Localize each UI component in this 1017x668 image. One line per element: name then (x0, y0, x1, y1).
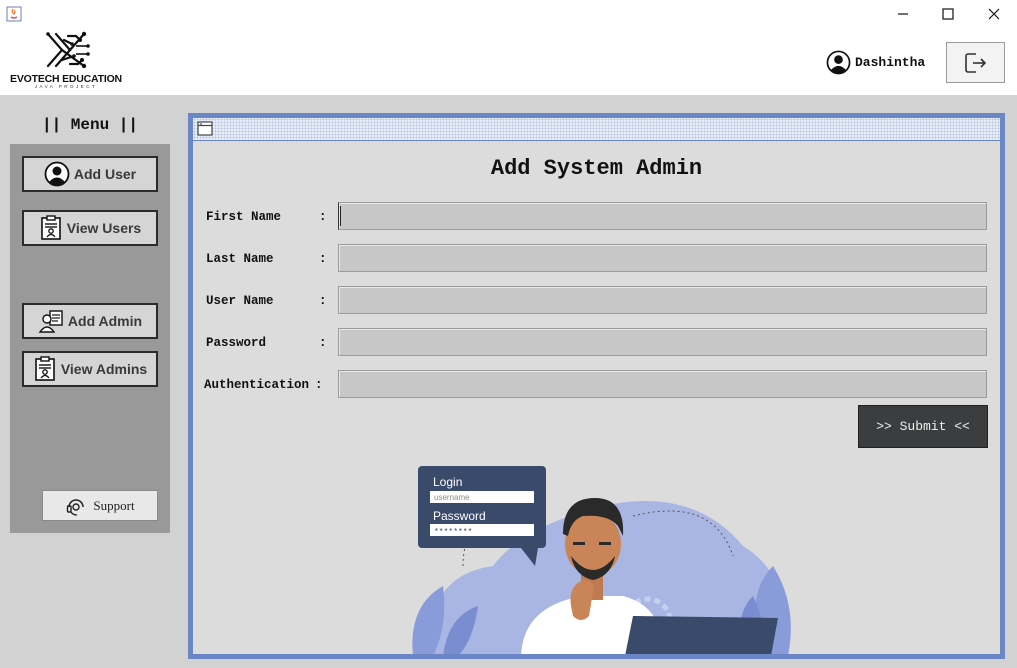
evotech-logo: EVOTECH EDUCATION JAVA PROJECT (4, 30, 128, 92)
first-name-input[interactable] (338, 202, 987, 230)
circuit-logo-icon (46, 31, 90, 69)
sidebar: Add User View Users Add Admin View Admin… (10, 144, 170, 533)
logout-button[interactable] (946, 42, 1005, 83)
illus-password-title: Password (433, 509, 486, 523)
form-title: Add System Admin (490, 156, 703, 181)
view-users-button[interactable]: View Users (22, 210, 158, 246)
add-user-button[interactable]: Add User (22, 156, 158, 192)
maximize-icon[interactable] (937, 4, 959, 24)
illus-username-placeholder: username (434, 493, 470, 502)
submit-button[interactable]: >> Submit << (858, 405, 988, 448)
view-admins-label: View Admins (60, 361, 148, 377)
view-admins-button[interactable]: View Admins (22, 351, 158, 387)
last-name-colon: : (319, 252, 327, 266)
authentication-label: Authentication (204, 378, 310, 392)
support-label: Support (93, 497, 135, 513)
add-admin-label: Add Admin (67, 313, 143, 329)
add-admin-internal-frame: Add System Admin First Name : Last Name … (188, 113, 1005, 659)
menu-title: || Menu || (41, 116, 138, 134)
admin-icon (38, 310, 63, 333)
add-admin-button[interactable]: Add Admin (22, 303, 158, 339)
user-name-colon: : (319, 294, 327, 308)
login-illustration: Login username Password ******** (412, 466, 791, 654)
headset-support-icon (67, 498, 85, 516)
user-avatar-icon (826, 50, 851, 75)
first-name-label: First Name (206, 210, 282, 224)
authentication-input[interactable] (338, 370, 987, 398)
brand-tagline: JAVA PROJECT (34, 84, 98, 89)
close-icon[interactable] (983, 4, 1005, 24)
authentication-colon: : (315, 378, 323, 392)
id-card-icon (35, 356, 55, 381)
id-card-icon (40, 215, 61, 240)
user-name: Dashintha (855, 55, 926, 70)
text-caret (340, 206, 341, 226)
user-icon (44, 161, 70, 187)
frame-title-bar[interactable] (193, 118, 1000, 140)
user-name-input[interactable] (338, 286, 987, 314)
last-name-input[interactable] (338, 244, 987, 272)
logout-icon (964, 52, 986, 73)
first-name-colon: : (319, 210, 327, 224)
illus-login-title: Login (433, 475, 462, 489)
password-colon: : (319, 336, 327, 350)
user-name-label: User Name (206, 294, 274, 308)
illus-password-mask: ******** (434, 528, 472, 537)
java-app-icon (6, 6, 22, 22)
password-label: Password (206, 336, 267, 350)
minimize-icon[interactable] (892, 4, 914, 24)
view-users-label: View Users (66, 220, 142, 236)
add-user-label: Add User (73, 166, 137, 182)
password-input[interactable] (338, 328, 987, 356)
support-button[interactable]: Support (42, 490, 158, 521)
last-name-label: Last Name (206, 252, 274, 266)
form-panel: Add System Admin First Name : Last Name … (193, 141, 1000, 654)
title-bar: EVOTECH EDUCATION JAVA PROJECT Dashintha (0, 0, 1017, 95)
window-icon (197, 121, 213, 136)
